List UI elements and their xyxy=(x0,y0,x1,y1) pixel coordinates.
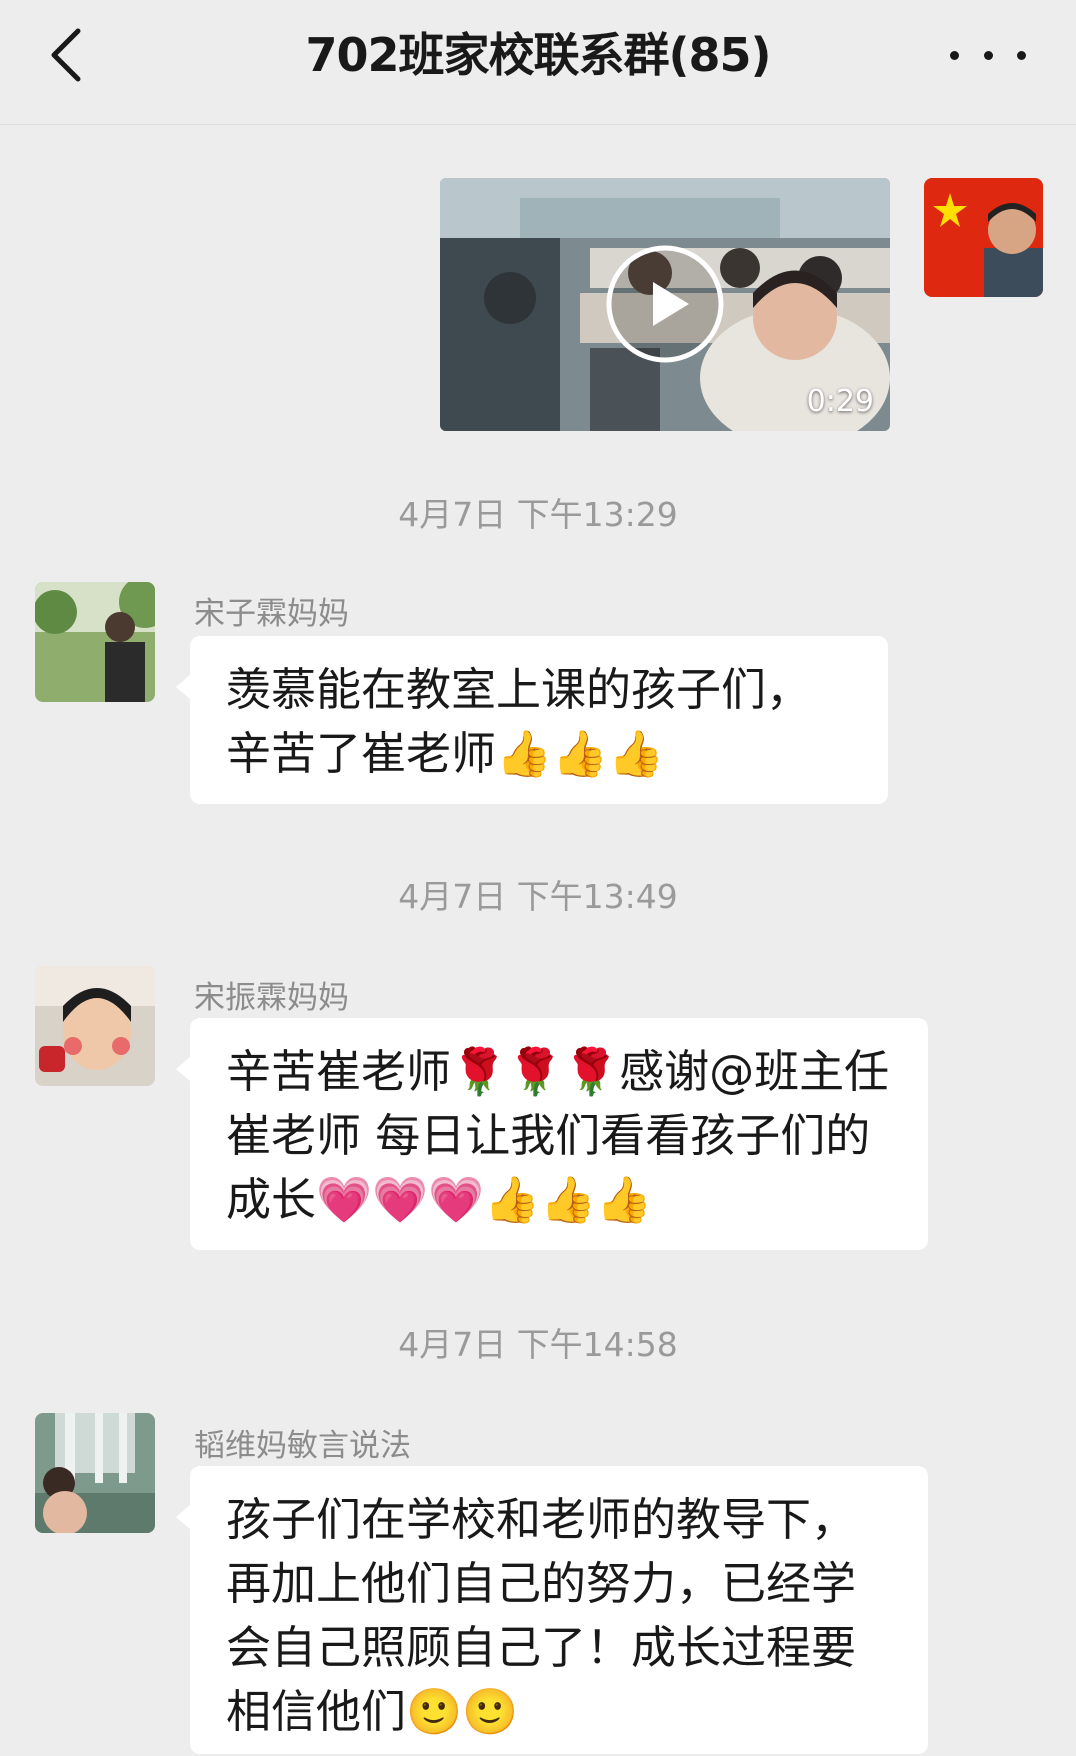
sender-name: 宋子霖妈妈 xyxy=(194,596,349,632)
message-timestamp: 4月7日 下午14:58 xyxy=(398,1325,678,1364)
sender-name: 宋振霖妈妈 xyxy=(194,980,349,1016)
sender-avatar[interactable] xyxy=(35,1413,155,1533)
video-duration: 0:29 xyxy=(806,384,874,419)
avatar-image xyxy=(35,1413,155,1533)
message-timestamp: 4月7日 下午13:29 xyxy=(398,495,678,534)
chevron-left-icon xyxy=(51,28,81,82)
message-bubble[interactable]: 孩子们在学校和老师的教导下，再加上他们自己的努力，已经学会自己照顾自己了！成长过… xyxy=(176,1466,928,1754)
chat-title: 702班家校联系群(85) xyxy=(305,28,771,82)
play-icon xyxy=(606,245,724,363)
my-avatar[interactable] xyxy=(924,178,1043,297)
avatar-image xyxy=(35,966,155,1086)
back-button[interactable] xyxy=(36,22,96,88)
avatar-image xyxy=(924,178,1043,297)
avatar-image xyxy=(35,582,155,702)
message-bubble[interactable]: 羡慕能在教室上课的孩子们，辛苦了崔老师👍👍👍 xyxy=(176,636,888,804)
top-bar: 702班家校联系群(85) xyxy=(0,0,1076,125)
sender-avatar[interactable] xyxy=(35,582,155,702)
message-timestamp: 4月7日 下午13:49 xyxy=(398,877,678,916)
more-button[interactable] xyxy=(950,30,1026,80)
sender-name: 韬维妈敏言说法 xyxy=(194,1428,411,1464)
video-message[interactable]: 0:29 xyxy=(440,178,890,431)
message-bubble[interactable]: 辛苦崔老师🌹🌹🌹感谢@班主任 崔老师 每日让我们看看孩子们的成长💗💗💗👍👍👍 xyxy=(176,1018,928,1250)
sender-avatar[interactable] xyxy=(35,966,155,1086)
more-dots-icon xyxy=(950,50,959,60)
